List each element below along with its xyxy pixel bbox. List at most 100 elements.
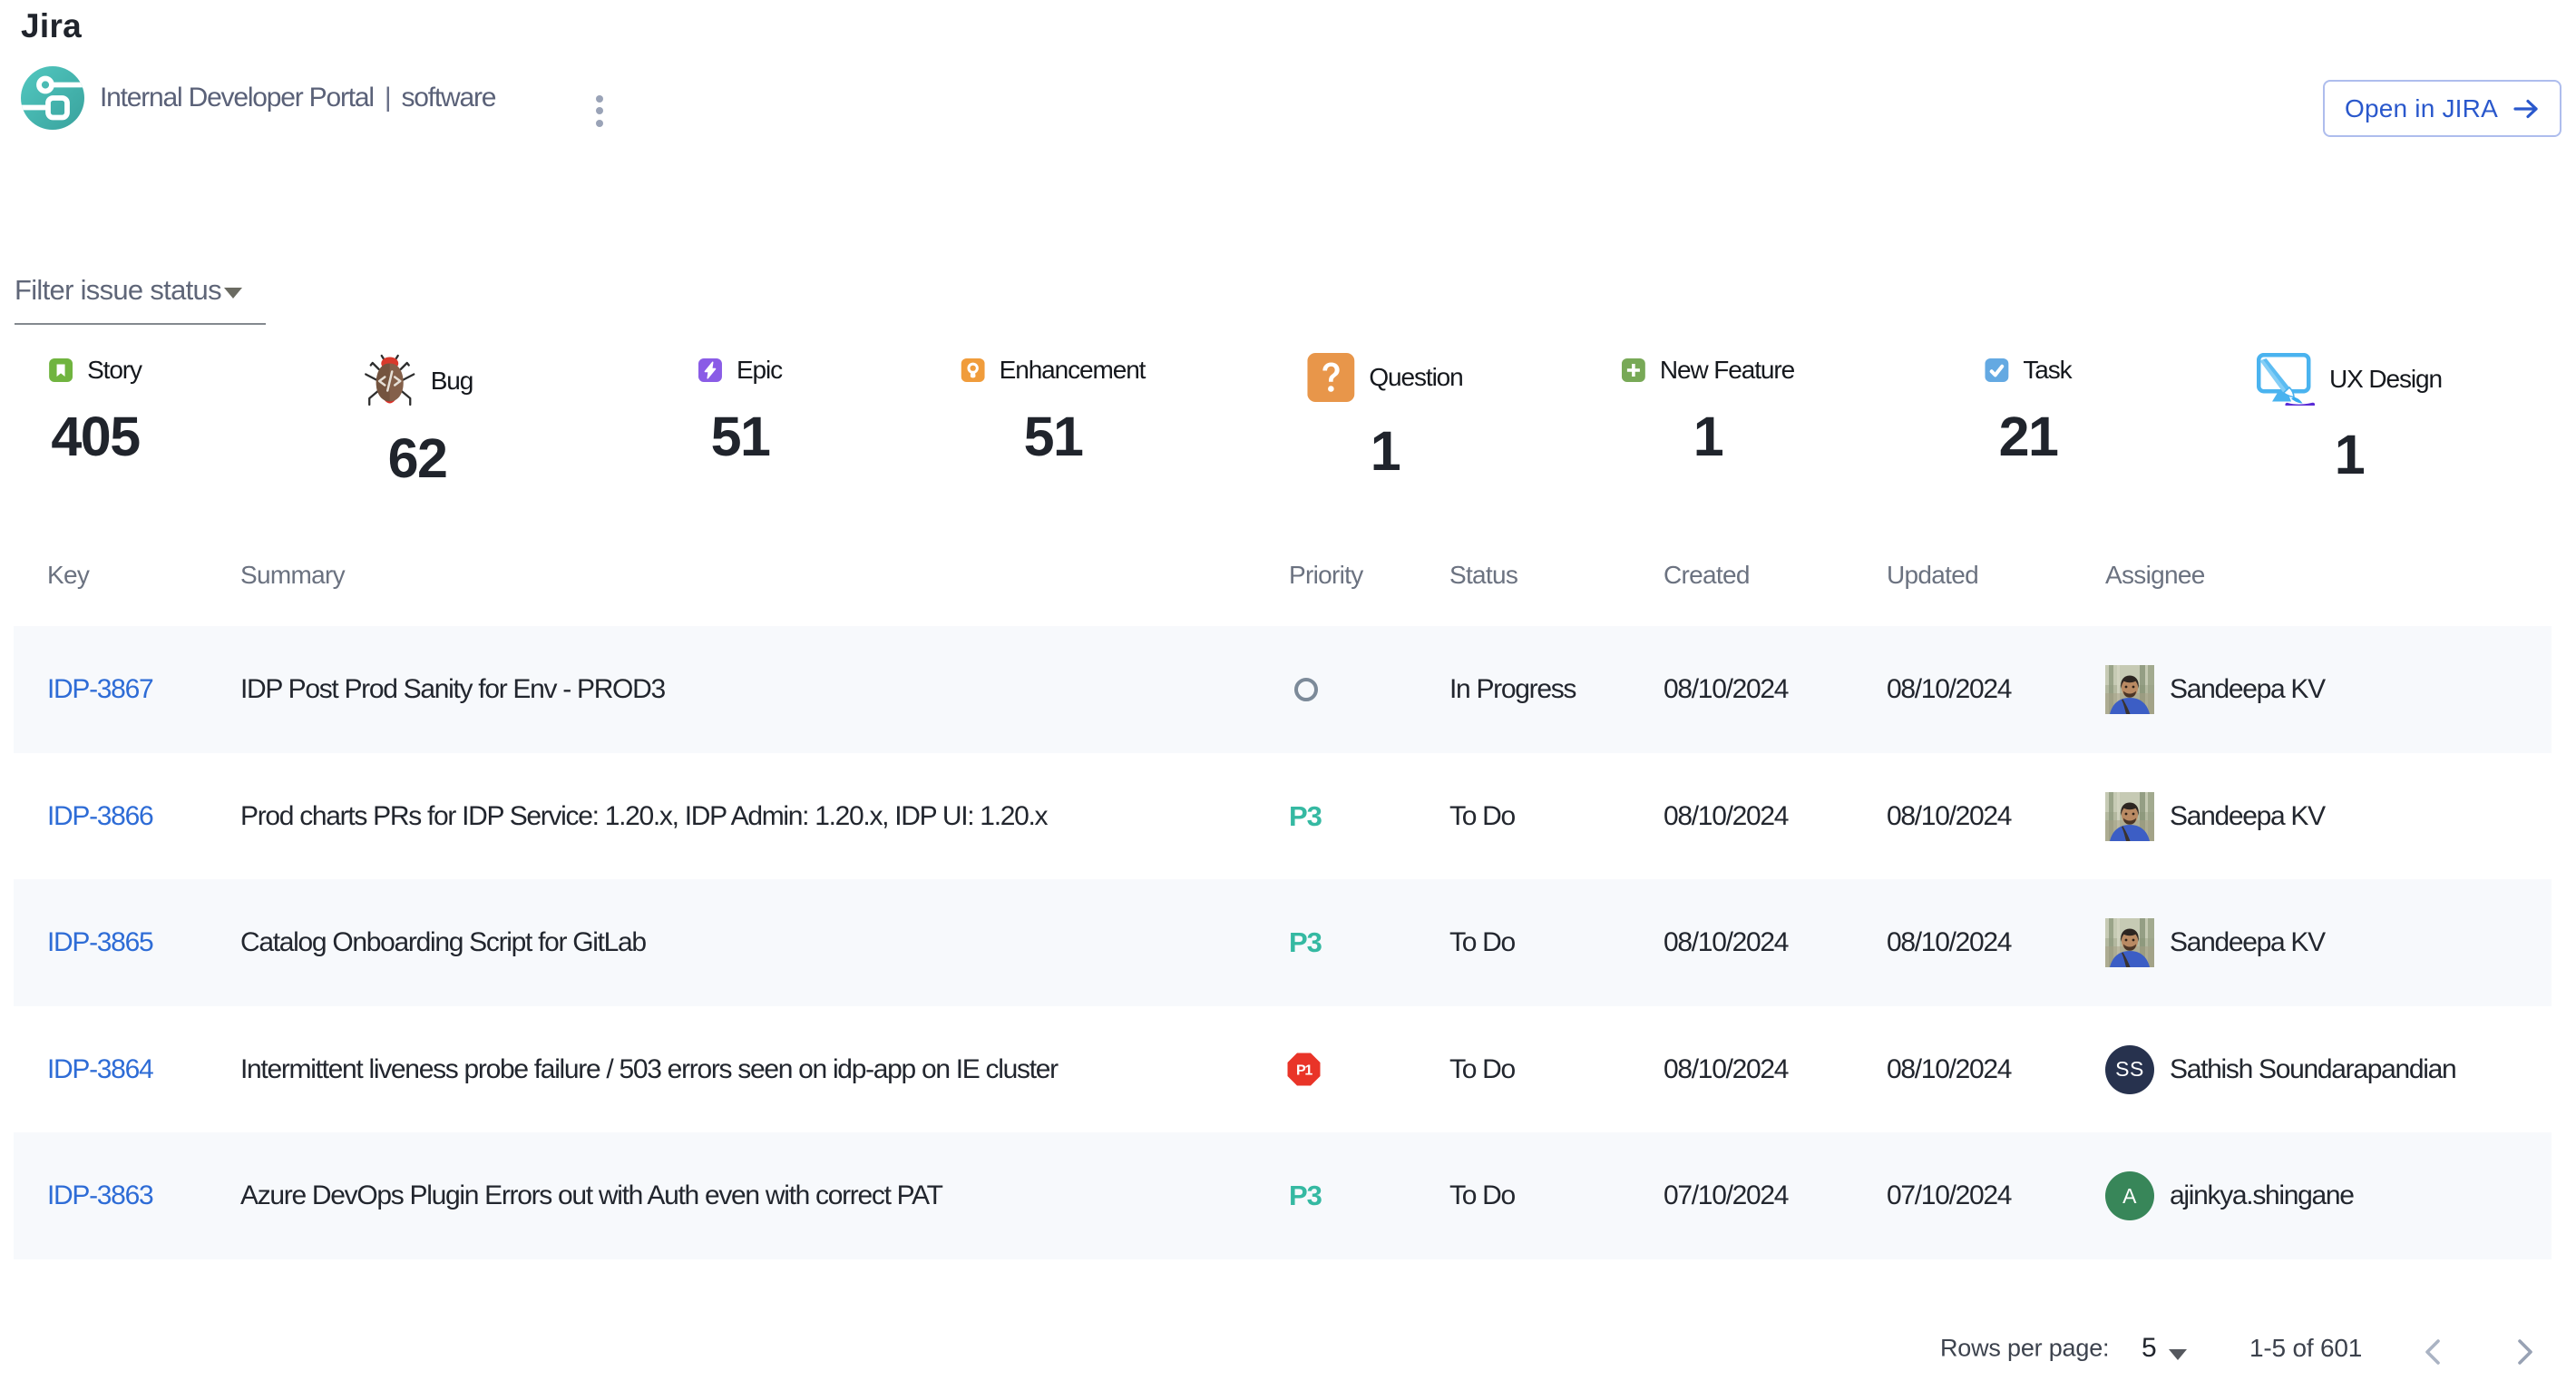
issue-updated: 08/10/2024 xyxy=(1887,753,2011,879)
issue-created: 08/10/2024 xyxy=(1664,626,1788,753)
assignee-name: ajinkya.shingane xyxy=(2170,1180,2354,1211)
entity-name: Internal Developer Portal|software xyxy=(100,83,495,113)
assignee-name: Sandeepa KV xyxy=(2170,674,2325,705)
counter-header: Enhancement xyxy=(961,350,1146,390)
column-header-summary[interactable]: Summary xyxy=(240,555,345,595)
assignee-cell: SS Sathish Soundarapandian xyxy=(2105,1006,2455,1132)
assignee-avatar-photo xyxy=(2105,792,2154,841)
issue-key-link[interactable]: IDP-3863 xyxy=(47,1180,152,1211)
key-cell: IDP-3863 xyxy=(47,1132,152,1259)
priority-p3-badge: P3 xyxy=(1289,926,1322,959)
counter-epic: Epic 51 xyxy=(698,350,782,468)
issue-summary: Azure DevOps Plugin Errors out with Auth… xyxy=(240,1132,942,1259)
table-row[interactable]: IDP-3866 Prod charts PRs for IDP Service… xyxy=(0,753,2576,879)
issue-status: To Do xyxy=(1449,1006,1515,1132)
issue-summary: Prod charts PRs for IDP Service: 1.20.x,… xyxy=(240,753,1047,879)
priority-none-icon xyxy=(1294,678,1318,701)
key-cell: IDP-3867 xyxy=(47,626,152,753)
issue-created: 08/10/2024 xyxy=(1664,879,1788,1006)
counter-question: Question 1 xyxy=(1307,353,1462,483)
key-cell: IDP-3865 xyxy=(47,879,152,1006)
enhancement-count: 51 xyxy=(1024,405,1083,468)
page-title: Jira xyxy=(21,6,82,46)
priority-cell: P3 xyxy=(1289,753,1322,879)
assignee-cell: Sandeepa KV xyxy=(2105,626,2325,753)
question-count: 1 xyxy=(1371,419,1400,483)
new-feature-icon xyxy=(1622,358,1645,382)
counter-header: UX Design xyxy=(2257,353,2442,406)
arrow-right-icon xyxy=(2513,96,2540,122)
filter-underline xyxy=(15,323,266,325)
column-header-assignee[interactable]: Assignee xyxy=(2105,555,2205,595)
issue-summary: Catalog Onboarding Script for GitLab xyxy=(240,879,646,1006)
task-count: 21 xyxy=(1999,405,2058,468)
counter-bug: Bug 62 xyxy=(362,353,473,490)
caret-down-icon xyxy=(224,288,242,299)
issue-key-link[interactable]: IDP-3867 xyxy=(47,674,152,705)
story-icon xyxy=(49,358,73,382)
column-header-status[interactable]: Status xyxy=(1449,555,1517,595)
priority-p3-badge: P3 xyxy=(1289,800,1322,833)
counter-header: Task xyxy=(1985,350,2071,390)
priority-cell xyxy=(1289,626,1318,753)
assignee-cell: Sandeepa KV xyxy=(2105,753,2325,879)
bug-count: 62 xyxy=(388,426,447,490)
key-cell: IDP-3864 xyxy=(47,1006,152,1132)
counter-task: Task 21 xyxy=(1985,350,2071,468)
task-icon xyxy=(1985,358,2008,382)
issue-updated: 08/10/2024 xyxy=(1887,626,2011,753)
column-header-priority[interactable]: Priority xyxy=(1289,555,1363,595)
counter-ux-design: UX Design 1 xyxy=(2257,353,2442,486)
issue-status: To Do xyxy=(1449,879,1515,1006)
entity-kind: software xyxy=(401,83,495,113)
table-row[interactable]: IDP-3863 Azure DevOps Plugin Errors out … xyxy=(14,1132,2552,1259)
issue-updated: 08/10/2024 xyxy=(1887,879,2011,1006)
assignee-cell: Sandeepa KV xyxy=(2105,879,2325,1006)
counter-story: Story 405 xyxy=(49,350,141,468)
story-count: 405 xyxy=(51,405,139,468)
assignee-avatar-photo xyxy=(2105,665,2154,714)
ux-design-icon xyxy=(2257,353,2315,406)
rows-per-page-select[interactable]: 5 xyxy=(2142,1333,2157,1364)
column-header-updated[interactable]: Updated xyxy=(1887,555,1978,595)
assignee-cell: A ajinkya.shingane xyxy=(2105,1132,2354,1259)
epic-icon xyxy=(698,358,722,382)
issue-status: To Do xyxy=(1449,1132,1515,1259)
counter-label: New Feature xyxy=(1660,350,1794,390)
assignee-name: Sathish Soundarapandian xyxy=(2170,1054,2455,1085)
more-options-icon[interactable] xyxy=(596,95,603,127)
assignee-avatar-initials: SS xyxy=(2105,1045,2154,1094)
question-icon xyxy=(1307,353,1354,402)
filter-issue-status-dropdown[interactable]: Filter issue status xyxy=(15,270,242,310)
bug-icon xyxy=(362,353,416,409)
issue-key-link[interactable]: IDP-3864 xyxy=(47,1054,152,1085)
rows-per-page-label: Rows per page: xyxy=(1940,1335,2109,1363)
counter-header: Story xyxy=(49,350,141,390)
previous-page-button[interactable] xyxy=(2416,1334,2453,1370)
issue-created: 08/10/2024 xyxy=(1664,1006,1788,1132)
table-row[interactable]: IDP-3865 Catalog Onboarding Script for G… xyxy=(14,879,2552,1006)
rows-per-page-caret-icon[interactable] xyxy=(2169,1349,2187,1360)
issue-created: 07/10/2024 xyxy=(1664,1132,1788,1259)
counter-header: Bug xyxy=(362,353,473,409)
assignee-name: Sandeepa KV xyxy=(2170,801,2325,832)
pagination-range-label: 1-5 of 601 xyxy=(2249,1334,2362,1363)
priority-cell: P3 xyxy=(1289,1132,1322,1259)
counter-label: Question xyxy=(1369,357,1462,397)
svg-text:P1: P1 xyxy=(1296,1063,1312,1079)
table-row[interactable]: IDP-3864 Intermittent liveness probe fai… xyxy=(0,1006,2576,1132)
column-header-created[interactable]: Created xyxy=(1664,555,1750,595)
issue-key-link[interactable]: IDP-3865 xyxy=(47,927,152,958)
open-in-jira-button[interactable]: Open in JIRA xyxy=(2323,80,2561,137)
issue-key-link[interactable]: IDP-3866 xyxy=(47,801,152,832)
counter-label: Epic xyxy=(737,350,782,390)
priority-cell: P3 xyxy=(1289,879,1322,1006)
column-header-key[interactable]: Key xyxy=(47,555,89,595)
new-feature-count: 1 xyxy=(1693,405,1722,468)
ux-design-count: 1 xyxy=(2335,423,2364,486)
next-page-button[interactable] xyxy=(2505,1334,2542,1370)
counter-new-feature: New Feature 1 xyxy=(1622,350,1794,468)
counter-header: Question xyxy=(1307,353,1462,402)
issue-created: 08/10/2024 xyxy=(1664,753,1788,879)
table-row[interactable]: IDP-3867 IDP Post Prod Sanity for Env - … xyxy=(14,626,2552,753)
